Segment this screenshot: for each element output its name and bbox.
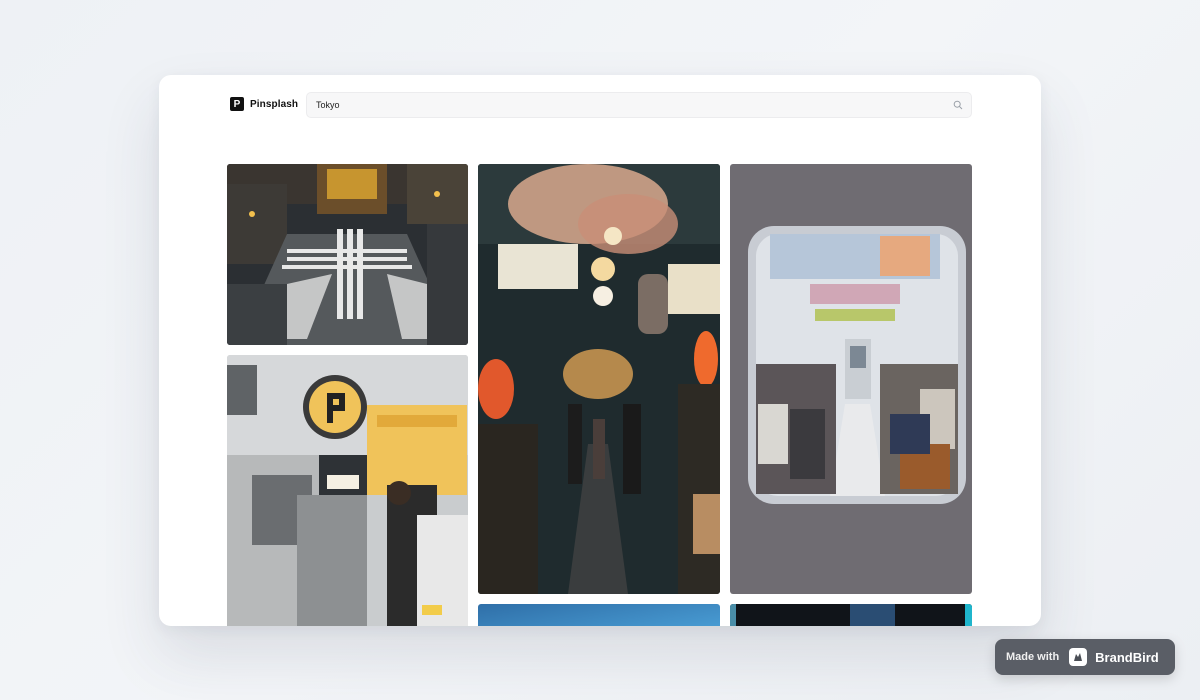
photo-card[interactable]	[730, 164, 972, 594]
top-bar: P Pinsplash	[159, 75, 1041, 135]
photo-grid	[227, 164, 973, 626]
logo-mark: P	[230, 97, 244, 111]
photo-card[interactable]	[478, 164, 720, 594]
search-bar[interactable]	[306, 92, 972, 118]
photo-card[interactable]	[478, 604, 720, 626]
app-name: Pinsplash	[250, 98, 299, 110]
blue-sky-photo	[478, 604, 720, 626]
neon-night-photo	[730, 604, 972, 626]
photo-card[interactable]	[227, 164, 468, 345]
parking-street-photo	[227, 355, 468, 626]
made-with-label: Made with	[1006, 651, 1060, 663]
photo-card[interactable]	[730, 604, 972, 626]
train-interior-photo	[730, 164, 972, 594]
brand-name: BrandBird	[1095, 649, 1159, 665]
app-logo[interactable]: P Pinsplash	[230, 97, 298, 111]
made-with-badge[interactable]: Made with BrandBird	[995, 639, 1175, 675]
brandbird-logo-icon	[1069, 648, 1088, 666]
lantern-alley-photo	[478, 164, 720, 594]
search-input[interactable]	[307, 93, 971, 117]
photo-card[interactable]	[227, 355, 468, 626]
app-window: P Pinsplash	[159, 75, 1041, 626]
shibuya-crossing-photo	[227, 164, 468, 345]
search-icon[interactable]	[953, 100, 963, 110]
